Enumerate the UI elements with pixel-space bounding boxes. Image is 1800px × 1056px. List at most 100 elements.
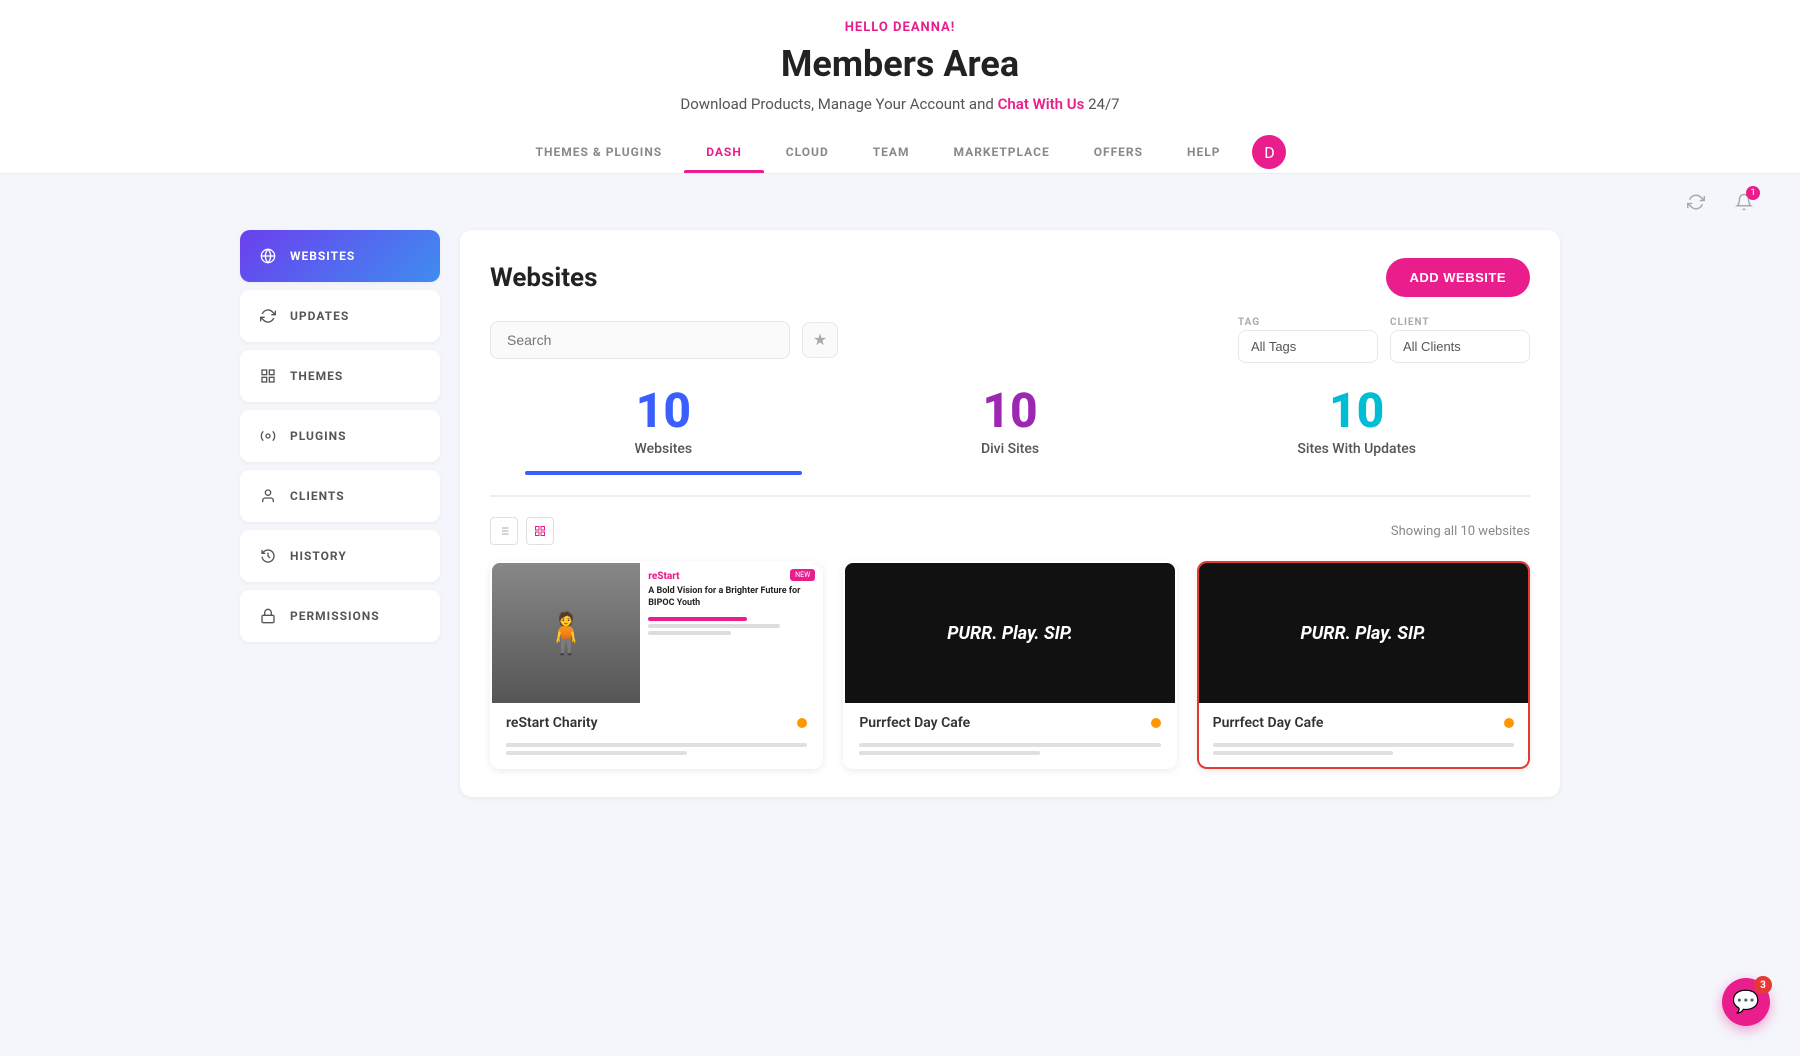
card-bars-purrfect2 [1199,743,1528,767]
tag-filter-wrap: TAG All Tags [1238,317,1378,363]
search-input[interactable] [490,321,790,359]
subtitle-text: Download Products, Manage Your Account a… [680,95,993,113]
dashboard-panel: Websites ADD WEBSITE ★ TAG All Tags CLIE… [460,230,1560,797]
stat-divi: 10 Divi Sites [837,387,1184,475]
sidebar-item-plugins-label: PLUGINS [290,429,346,443]
card-name-purrfect1: Purrfect Day Cafe [859,715,970,731]
card-status-dot-purrfect2 [1504,718,1514,728]
nav-item-dash[interactable]: DASH [684,131,764,173]
nav-item-cloud[interactable]: CLOUD [764,131,851,173]
sidebar-item-websites[interactable]: WEBSITES [240,230,440,282]
website-card-purrfect1[interactable]: PURR. Play. SIP. Purrfect Day Cafe [843,561,1176,769]
hello-greeting: HELLO DEANNA! [0,20,1800,35]
nav-item-help[interactable]: HELP [1165,131,1242,173]
grid-controls: Showing all 10 websites [490,517,1530,545]
nav-item-team[interactable]: TEAM [851,131,932,173]
nav-item-themes-plugins[interactable]: THEMES & PLUGINS [514,131,685,173]
sidebar-item-history[interactable]: HISTORY [240,530,440,582]
client-filter-wrap: CLIENT All Clients [1390,317,1530,363]
sidebar-item-themes-label: THEMES [290,369,343,383]
nav-item-marketplace[interactable]: MARKETPLACE [932,131,1072,173]
card-name-purrfect2: Purrfect Day Cafe [1213,715,1324,731]
refresh-button[interactable] [1680,186,1712,218]
plugins-icon [258,426,278,446]
stat-divi-label: Divi Sites [837,441,1184,457]
card-thumbnail-restart: 🧍 reStart A Bold Vision for a Brighter F… [492,563,821,703]
clients-icon [258,486,278,506]
sidebar: WEBSITES UPDATES THEMES [240,230,440,797]
website-card-purrfect2[interactable]: PURR. Play. SIP. Purrfect Day Cafe [1197,561,1530,769]
themes-icon [258,366,278,386]
sidebar-item-websites-label: WEBSITES [290,249,355,263]
sidebar-item-history-label: HISTORY [290,549,347,563]
notification-badge: 1 [1746,186,1760,200]
tag-label: TAG [1238,317,1378,328]
sidebar-item-clients[interactable]: CLIENTS [240,470,440,522]
progress-bar [525,471,802,475]
chat-bubble[interactable]: 💬 3 [1722,978,1770,1026]
stat-websites-number: 10 [490,387,837,435]
card-info-purrfect2: Purrfect Day Cafe [1199,703,1528,743]
main-nav: THEMES & PLUGINS DASH CLOUD TEAM MARKETP… [0,131,1800,173]
sidebar-item-updates[interactable]: UPDATES [240,290,440,342]
card-bars-restart [492,743,821,767]
stat-updates-label: Sites With Updates [1183,441,1530,457]
restart-content: reStart A Bold Vision for a Brighter Fut… [640,563,821,703]
website-card-restart[interactable]: 🧍 reStart A Bold Vision for a Brighter F… [490,561,823,769]
subtitle-suffix: 24/7 [1088,95,1119,113]
tag-select[interactable]: All Tags [1238,330,1378,363]
sidebar-item-plugins[interactable]: PLUGINS [240,410,440,462]
card-status-dot-purrfect1 [1151,718,1161,728]
main-content: WEBSITES UPDATES THEMES [200,230,1600,837]
card-thumbnail-purrfect1: PURR. Play. SIP. [845,563,1174,703]
card-info-purrfect1: Purrfect Day Cafe [845,703,1174,743]
stat-divi-number: 10 [837,387,1184,435]
client-select[interactable]: All Clients [1390,330,1530,363]
card-name-restart: reStart Charity [506,715,598,731]
page-header: HELLO DEANNA! Members Area Download Prod… [0,0,1800,174]
page-title: Members Area [0,43,1800,85]
toolbar: 1 [0,174,1800,230]
stat-updates-number: 10 [1183,387,1530,435]
add-website-button[interactable]: ADD WEBSITE [1386,258,1531,297]
list-view-icon [498,525,510,537]
showing-text: Showing all 10 websites [1391,524,1530,539]
card-info-restart: reStart Charity [492,703,821,743]
stats-row: 10 Websites 10 Divi Sites 10 Sites With … [490,387,1530,497]
sidebar-item-updates-label: UPDATES [290,309,349,323]
card-bars-purrfect1 [845,743,1174,767]
notifications-button[interactable]: 1 [1728,186,1760,218]
client-label: CLIENT [1390,317,1530,328]
view-toggle [490,517,554,545]
user-avatar[interactable]: D [1252,135,1286,169]
star-icon: ★ [813,330,827,350]
refresh-icon [1687,193,1705,211]
chat-badge: 3 [1754,976,1772,994]
list-view-button[interactable] [490,517,518,545]
grid-view-button[interactable] [526,517,554,545]
history-icon [258,546,278,566]
card-thumbnail-purrfect2: PURR. Play. SIP. [1199,563,1528,703]
filter-row: ★ TAG All Tags CLIENT All Clients [490,317,1530,363]
websites-grid: 🧍 reStart A Bold Vision for a Brighter F… [490,561,1530,769]
sidebar-item-clients-label: CLIENTS [290,489,345,503]
updates-icon [258,306,278,326]
permissions-icon [258,606,278,626]
filter-group: TAG All Tags CLIENT All Clients [1238,317,1530,363]
stat-updates: 10 Sites With Updates [1183,387,1530,475]
favourites-button[interactable]: ★ [802,322,838,358]
nav-item-offers[interactable]: OFFERS [1072,131,1165,173]
globe-icon [258,246,278,266]
sidebar-item-permissions[interactable]: PERMISSIONS [240,590,440,642]
grid-view-icon [534,525,546,537]
dash-header: Websites ADD WEBSITE [490,258,1530,297]
sidebar-item-permissions-label: PERMISSIONS [290,609,380,623]
stat-websites-label: Websites [490,441,837,457]
card-status-dot-restart [797,718,807,728]
dash-title: Websites [490,263,597,293]
chat-icon: 💬 [1732,990,1759,1015]
chat-link[interactable]: Chat With Us [998,95,1085,113]
sidebar-item-themes[interactable]: THEMES [240,350,440,402]
restart-person-image: 🧍 [492,563,640,703]
stat-websites: 10 Websites [490,387,837,475]
